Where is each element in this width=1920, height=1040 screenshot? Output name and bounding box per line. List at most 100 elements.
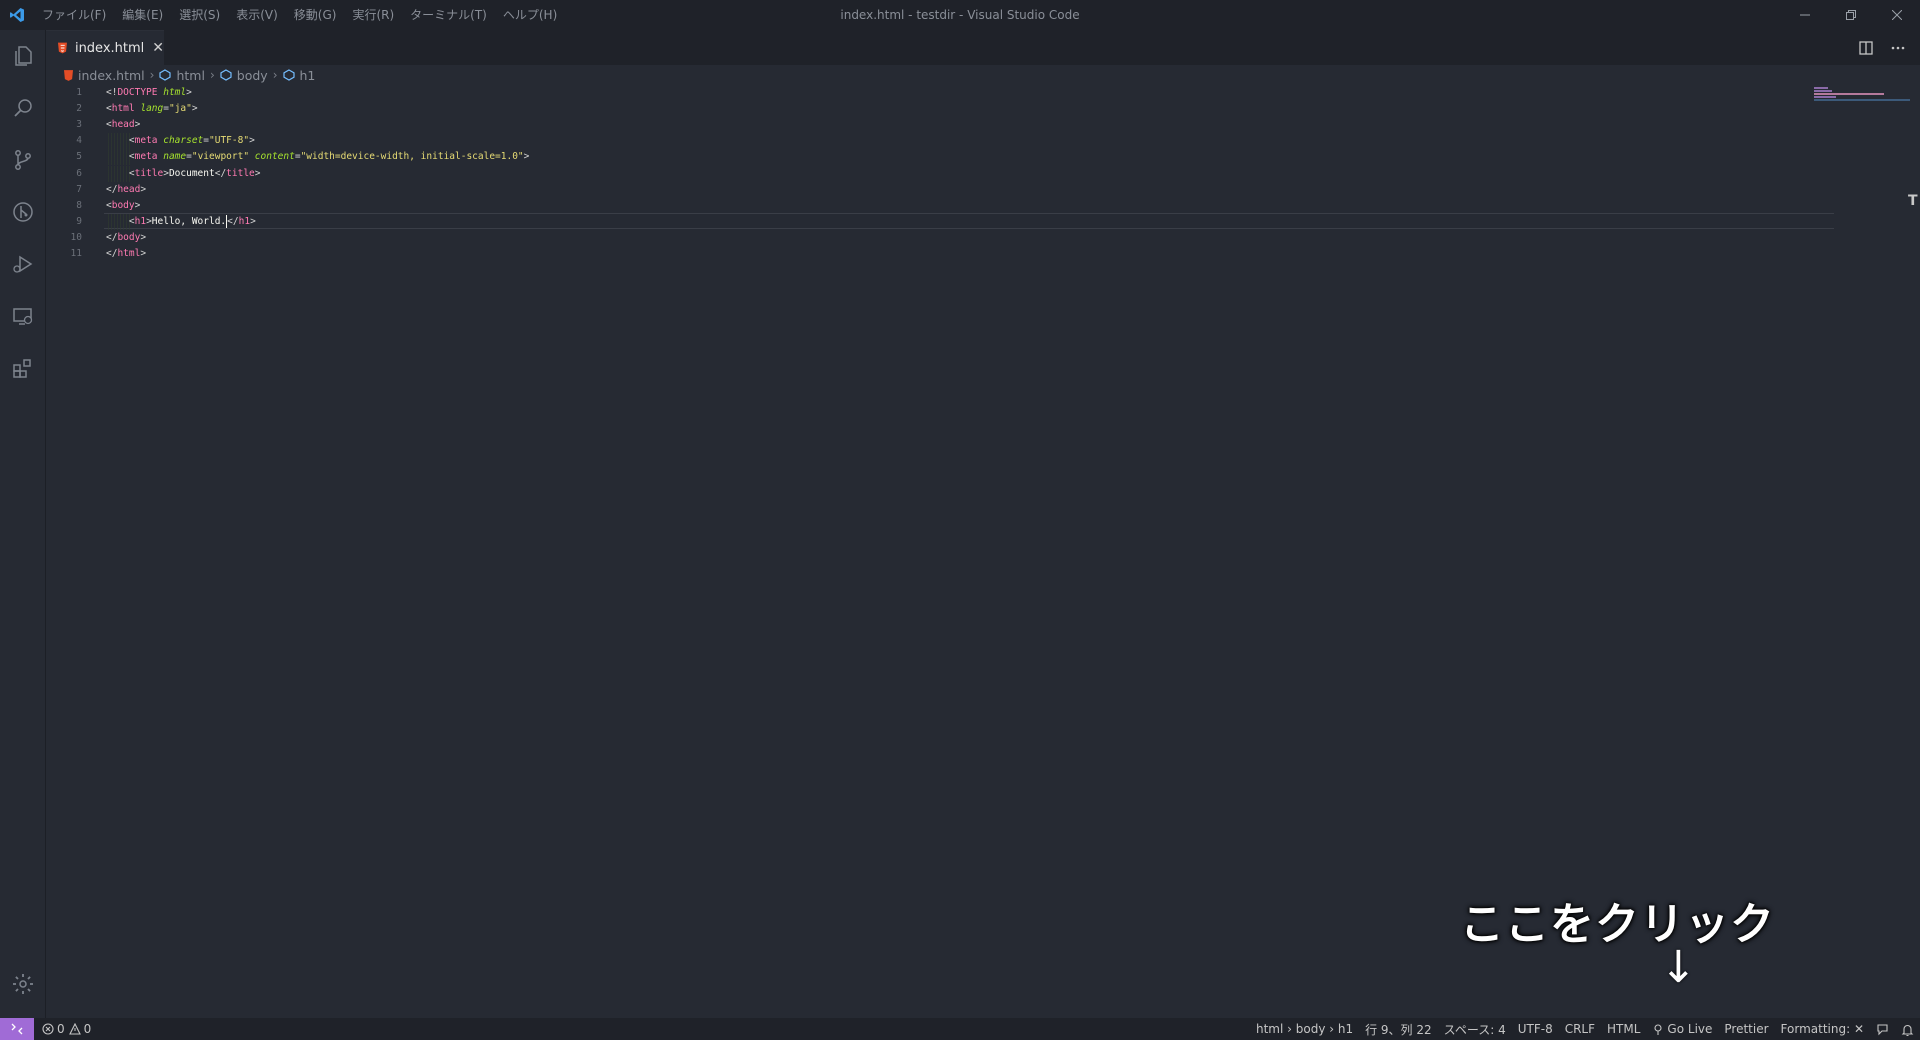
source-control-button[interactable]	[0, 134, 46, 186]
breadcrumb: index.html › html › body › h1	[46, 65, 1920, 85]
remote-icon	[11, 1023, 23, 1035]
tab-close-icon[interactable]: ✕	[152, 40, 164, 56]
code-token: >	[134, 199, 141, 211]
remote-explorer-icon	[13, 308, 33, 325]
code-text: </body>	[106, 230, 146, 246]
code-line[interactable]: 2 <html lang="ja">	[46, 101, 1786, 117]
menu-help[interactable]: ヘルプ(H)	[495, 0, 565, 30]
search-button[interactable]	[0, 82, 46, 134]
title-bar: ファイル(F) 編集(E) 選択(S) 表示(V) 移動(G) 実行(R) ター…	[0, 0, 1920, 30]
code-token: </	[227, 215, 239, 227]
more-actions-button[interactable]	[1882, 30, 1914, 65]
problems-indicator[interactable]: 0 0	[42, 1022, 91, 1036]
indentation-setting[interactable]: スペース: 4	[1438, 1021, 1512, 1038]
code-token: "ja"	[168, 103, 192, 115]
remote-explorer-button[interactable]	[0, 290, 46, 342]
code-token: meta	[134, 135, 158, 147]
restore-button[interactable]	[1828, 0, 1874, 30]
breadcrumb-html[interactable]: html	[159, 68, 205, 83]
cursor-position[interactable]: 行 9、列 22	[1359, 1021, 1438, 1038]
line-number: 2	[76, 103, 82, 115]
minimap-line	[1814, 93, 1884, 95]
breadcrumb-file[interactable]: index.html	[64, 68, 145, 83]
code-token: </	[106, 248, 118, 259]
scrollbar-marker[interactable]: T	[1908, 193, 1920, 211]
menu-edit[interactable]: 編集(E)	[114, 0, 171, 30]
line-number: 11	[70, 248, 82, 259]
prettier-button[interactable]: Prettier	[1718, 1022, 1774, 1036]
minimap[interactable]	[1808, 85, 1910, 125]
line-number: 1	[76, 87, 82, 98]
html5-file-icon	[64, 69, 73, 81]
line-number: 9	[76, 215, 82, 227]
code-line[interactable]: 6 <title>Document</title>	[46, 165, 1786, 182]
breadcrumb-h1-label: h1	[299, 67, 316, 83]
extensions-button[interactable]	[0, 342, 46, 394]
breadcrumb-body-label: body	[236, 67, 268, 83]
code-line[interactable]: 3 <head>	[46, 117, 1786, 133]
search-icon	[14, 99, 32, 117]
vscode-logo-icon	[0, 0, 34, 30]
code-token: h1	[134, 215, 147, 227]
code-token: <	[106, 135, 135, 147]
encoding-setting[interactable]: UTF-8	[1512, 1022, 1559, 1036]
menu-bar: ファイル(F) 編集(E) 選択(S) 表示(V) 移動(G) 実行(R) ター…	[34, 0, 565, 30]
feedback-button[interactable]	[1870, 1023, 1895, 1036]
down-arrow-icon: ↓	[1660, 942, 1697, 993]
go-live-button[interactable]: Go Live	[1646, 1022, 1718, 1036]
code-line[interactable]: 4 <meta charset="UTF-8">	[46, 133, 1786, 150]
code-text: <h1>Hello, World.</h1>	[106, 214, 256, 230]
menu-file[interactable]: ファイル(F)	[34, 0, 114, 30]
code-token: >	[249, 135, 255, 147]
eol-setting[interactable]: CRLF	[1559, 1022, 1601, 1036]
explorer-button[interactable]	[0, 30, 46, 82]
code-line[interactable]: 10 </body>	[46, 230, 1786, 246]
menu-selection[interactable]: 選択(S)	[171, 0, 228, 30]
activity-bar	[0, 30, 46, 1018]
menu-terminal[interactable]: ターミナル(T)	[402, 0, 495, 30]
code-token: body	[117, 231, 141, 243]
code-text: <head>	[106, 117, 140, 133]
run-debug-button[interactable]	[0, 238, 46, 290]
code-token: >	[140, 183, 147, 195]
code-line[interactable]: 11 </html>	[46, 246, 1786, 262]
manage-settings-button[interactable]	[0, 958, 46, 1010]
language-mode[interactable]: HTML	[1601, 1022, 1646, 1036]
status-breadcrumb[interactable]: html › body › h1	[1250, 1022, 1359, 1036]
code-editor[interactable]: 1 <!DOCTYPE html> 2 <html lang="ja"> 3 <head>…	[46, 85, 1920, 1018]
code-token: name	[163, 151, 187, 163]
element-icon	[159, 69, 172, 81]
close-icon	[1892, 10, 1902, 20]
tab-label: index.html	[74, 40, 145, 56]
chevron-right-icon: ›	[209, 68, 215, 82]
code-token: charset	[163, 135, 204, 147]
close-window-button[interactable]	[1874, 0, 1920, 30]
status-bar: 0 0 html › body › h1 行 9、列 22 スペース: 4 UT…	[0, 1018, 1920, 1040]
tab-index-html[interactable]: index.html ✕	[46, 30, 164, 65]
code-line[interactable]: 7 </head>	[46, 182, 1786, 198]
code-line[interactable]: 1 <!DOCTYPE html>	[46, 85, 1786, 101]
remote-indicator-button[interactable]	[0, 1018, 34, 1040]
minimize-button[interactable]	[1782, 0, 1828, 30]
menu-run[interactable]: 実行(R)	[344, 0, 402, 30]
git-graph-button[interactable]	[0, 186, 46, 238]
breadcrumb-body[interactable]: body	[220, 68, 268, 83]
code-text: <meta charset="UTF-8">	[106, 133, 255, 149]
notifications-button[interactable]	[1895, 1023, 1920, 1036]
menu-go[interactable]: 移動(G)	[286, 0, 345, 30]
click-here-annotation: ここをクリック ↓	[1460, 888, 1880, 993]
code-line[interactable]: 8 <body>	[46, 198, 1786, 214]
code-token: html	[111, 103, 135, 115]
breadcrumb-h1[interactable]: h1	[282, 67, 316, 83]
code-token: "width=device-width, initial-scale=1.0"	[300, 151, 524, 163]
code-line[interactable]: 9 <h1>Hello, World.</h1>	[46, 213, 1786, 230]
go-live-label: Go Live	[1667, 1022, 1713, 1036]
code-line[interactable]: 5 <meta name="viewport" content="width=d…	[46, 149, 1786, 166]
bell-icon	[1901, 1024, 1914, 1036]
formatting-toggle[interactable]: Formatting: ✕	[1775, 1022, 1870, 1036]
code-token: DOCTYPE	[117, 87, 158, 98]
split-editor-button[interactable]	[1850, 30, 1882, 65]
line-number: 6	[76, 167, 82, 179]
menu-view[interactable]: 表示(V)	[228, 0, 286, 30]
line-number: 4	[76, 135, 82, 147]
